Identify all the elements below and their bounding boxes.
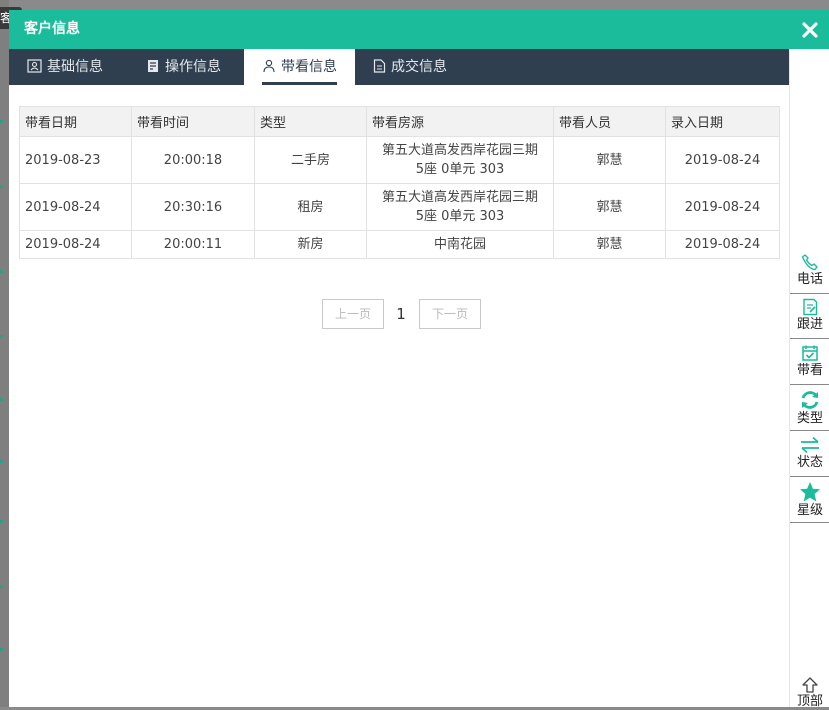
property-line: 中南花园 — [433, 237, 486, 252]
background-marker — [0, 648, 3, 651]
background-marker — [0, 585, 3, 588]
tab-label: 操作信息 — [165, 59, 221, 75]
tab-operation-info[interactable]: 操作信息 — [147, 49, 247, 85]
cell-staff: 郭慧 — [553, 230, 666, 259]
cell-date: 2019-08-24 — [19, 183, 132, 231]
cell-property: 第五大道高发西岸花园三期 5座 0单元 303 — [366, 136, 554, 184]
tab-label: 带看信息 — [281, 59, 337, 75]
cell-type: 新房 — [254, 230, 367, 259]
arrow-up-icon — [802, 677, 818, 693]
document-icon — [373, 59, 386, 73]
viewing-records-table: 带看日期 带看时间 类型 带看房源 带看人员 录入日期 2019-08-23 2… — [19, 106, 780, 259]
property-line: 5座 0单元 303 — [415, 209, 505, 224]
tab-label: 成交信息 — [391, 59, 447, 75]
table-row: 2019-08-24 20:30:16 租房 第五大道高发西岸花园三期 5座 0单… — [19, 183, 780, 231]
background-marker — [0, 120, 3, 123]
refresh-icon — [801, 391, 819, 409]
table-row: 2019-08-23 20:00:18 二手房 第五大道高发西岸花园三期 5座 0… — [19, 136, 780, 184]
prev-page-button[interactable]: 上一页 — [322, 299, 384, 329]
side-action-bar: 电话 跟进 带看 类型 状态 星级 顶部 — [789, 49, 829, 710]
cell-type: 二手房 — [254, 136, 367, 184]
header-staff: 带看人员 — [553, 106, 666, 137]
side-star-rating-button[interactable]: 星级 — [790, 478, 829, 523]
side-item-label: 星级 — [796, 503, 823, 518]
side-item-label: 带看 — [796, 363, 823, 378]
side-item-label: 状态 — [796, 455, 823, 470]
side-item-label: 类型 — [796, 411, 823, 426]
modal-header: 客户信息 — [9, 10, 829, 49]
cell-type: 租房 — [254, 183, 367, 231]
people-icon — [263, 59, 275, 73]
side-phone-button[interactable]: 电话 — [790, 249, 829, 294]
cell-time: 20:30:16 — [131, 183, 255, 231]
tab-bar: 基础信息 操作信息 带看信息 成交信息 — [9, 49, 789, 85]
side-status-button[interactable]: 状态 — [790, 432, 829, 477]
background-marker — [0, 335, 3, 338]
next-page-button[interactable]: 下一页 — [419, 299, 481, 329]
background-marker — [0, 398, 3, 401]
side-follow-up-button[interactable]: 跟进 — [790, 294, 829, 339]
header-viewing-date: 带看日期 — [19, 106, 132, 137]
side-item-label: 电话 — [796, 272, 823, 287]
close-button[interactable] — [799, 19, 821, 41]
phone-icon — [801, 254, 818, 271]
background-marker — [0, 460, 3, 463]
tab-viewing-info[interactable]: 带看信息 — [244, 49, 355, 85]
cell-date: 2019-08-24 — [19, 230, 132, 259]
star-icon — [800, 482, 820, 502]
id-card-icon — [27, 59, 42, 73]
side-item-label: 跟进 — [796, 317, 823, 332]
current-page-number[interactable]: 1 — [394, 299, 408, 329]
property-line: 第五大道高发西岸花园三期 — [381, 143, 538, 158]
background-marker — [0, 520, 3, 523]
background-marker — [0, 270, 3, 273]
swap-icon — [801, 436, 819, 454]
cell-staff: 郭慧 — [553, 136, 666, 184]
tab-basic-info[interactable]: 基础信息 — [27, 49, 127, 85]
active-tab-indicator — [262, 82, 337, 85]
calendar-check-icon — [802, 345, 818, 361]
background-page-edge — [0, 0, 9, 707]
modal-title: 客户信息 — [24, 21, 80, 37]
customer-info-modal: 客户信息 基础信息 操作信息 带看信息 成交信息 带看日期 带看时间 类型 带看… — [9, 10, 829, 710]
header-entry-date: 录入日期 — [665, 106, 780, 137]
cell-date: 2019-08-23 — [19, 136, 132, 184]
header-viewing-time: 带看时间 — [131, 106, 255, 137]
cell-property: 中南花园 — [366, 230, 554, 259]
header-property: 带看房源 — [366, 106, 554, 137]
cell-time: 20:00:11 — [131, 230, 255, 259]
side-type-button[interactable]: 类型 — [790, 386, 829, 431]
header-type: 类型 — [254, 106, 367, 137]
property-line: 第五大道高发西岸花园三期 — [381, 190, 538, 205]
cell-property: 第五大道高发西岸花园三期 5座 0单元 303 — [366, 183, 554, 231]
cell-entry-date: 2019-08-24 — [665, 230, 780, 259]
table-header-row: 带看日期 带看时间 类型 带看房源 带看人员 录入日期 — [19, 106, 780, 137]
tab-label: 基础信息 — [47, 59, 103, 75]
cell-entry-date: 2019-08-24 — [665, 136, 780, 184]
cell-time: 20:00:18 — [131, 136, 255, 184]
property-line: 5座 0单元 303 — [415, 162, 505, 177]
follow-up-icon — [803, 298, 818, 316]
background-marker — [0, 185, 3, 188]
close-icon — [802, 22, 818, 38]
back-to-top-label: 顶部 — [796, 694, 823, 709]
edit-note-icon — [148, 60, 158, 72]
tab-deal-info[interactable]: 成交信息 — [373, 49, 473, 85]
table-row: 2019-08-24 20:00:11 新房 中南花园 郭慧 2019-08-2… — [19, 230, 780, 259]
cell-staff: 郭慧 — [553, 183, 666, 231]
cell-entry-date: 2019-08-24 — [665, 183, 780, 231]
back-to-top-button[interactable]: 顶部 — [790, 676, 829, 710]
side-viewing-button[interactable]: 带看 — [790, 340, 829, 385]
